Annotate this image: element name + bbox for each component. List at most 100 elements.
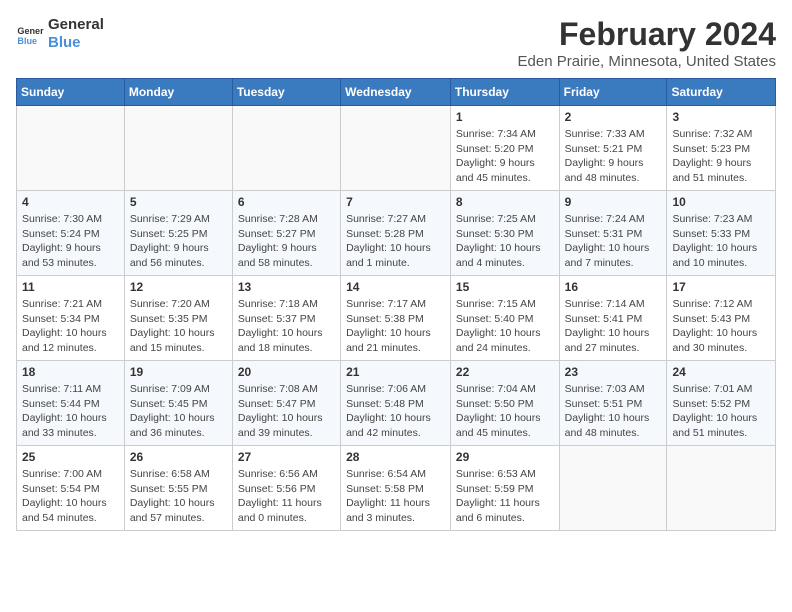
svg-text:General: General	[17, 26, 44, 36]
calendar-cell: 22Sunrise: 7:04 AM Sunset: 5:50 PM Dayli…	[450, 361, 559, 446]
day-number: 20	[238, 365, 335, 379]
calendar-cell: 19Sunrise: 7:09 AM Sunset: 5:45 PM Dayli…	[124, 361, 232, 446]
logo-text-general: General	[48, 16, 104, 34]
calendar-cell: 21 Sunrise: 7:06 AM Sunset: 5:48 PM Dayli…	[341, 361, 451, 446]
calendar-cell: 4 Sunrise: 7:30 AM Sunset: 5:24 PM Daylig…	[17, 191, 125, 276]
day-info: Sunrise: 7:20 AM Sunset: 5:35 PM Dayligh…	[130, 297, 227, 356]
day-number: 21	[346, 365, 445, 379]
day-number: 19	[130, 365, 227, 379]
calendar-cell	[232, 106, 340, 191]
logo-icon: General Blue	[16, 20, 44, 48]
day-number: 13	[238, 280, 335, 294]
logo-text-blue: Blue	[48, 34, 104, 52]
day-number: 24	[672, 365, 770, 379]
calendar-cell: 6 Sunrise: 7:28 AM Sunset: 5:27 PM Daylig…	[232, 191, 340, 276]
week-row-4: 18 Sunrise: 7:11 AM Sunset: 5:44 PM Dayli…	[17, 361, 776, 446]
day-info: Sunrise: 7:27 AM Sunset: 5:28 PM Dayligh…	[346, 212, 445, 271]
day-number: 4	[22, 195, 119, 209]
day-info: Sunrise: 7:33 AM Sunset: 5:21 PM Dayligh…	[565, 127, 662, 186]
week-row-5: 25Sunrise: 7:00 AM Sunset: 5:54 PM Dayli…	[17, 446, 776, 531]
day-info: Sunrise: 7:23 AM Sunset: 5:33 PM Dayligh…	[672, 212, 770, 271]
day-number: 23	[565, 365, 662, 379]
calendar-cell: 9Sunrise: 7:24 AM Sunset: 5:31 PM Daylig…	[559, 191, 667, 276]
day-number: 10	[672, 195, 770, 209]
page-header: General Blue General Blue February 2024 …	[16, 16, 776, 70]
day-number: 11	[22, 280, 119, 294]
day-number: 16	[565, 280, 662, 294]
calendar-cell: 29 Sunrise: 6:53 AM Sunset: 5:59 PM Dayli…	[450, 446, 559, 531]
day-number: 8	[456, 195, 554, 209]
day-number: 25	[22, 450, 119, 464]
calendar-cell: 3 Sunrise: 7:32 AM Sunset: 5:23 PM Daylig…	[667, 106, 776, 191]
calendar-cell: 11 Sunrise: 7:21 AM Sunset: 5:34 PM Dayli…	[17, 276, 125, 361]
calendar-cell: 28Sunrise: 6:54 AM Sunset: 5:58 PM Dayli…	[341, 446, 451, 531]
week-row-2: 4 Sunrise: 7:30 AM Sunset: 5:24 PM Daylig…	[17, 191, 776, 276]
week-row-3: 11 Sunrise: 7:21 AM Sunset: 5:34 PM Dayli…	[17, 276, 776, 361]
day-info: Sunrise: 7:24 AM Sunset: 5:31 PM Dayligh…	[565, 212, 662, 271]
calendar-cell	[124, 106, 232, 191]
day-info: Sunrise: 7:06 AM Sunset: 5:48 PM Dayligh…	[346, 382, 445, 441]
calendar-cell: 23Sunrise: 7:03 AM Sunset: 5:51 PM Dayli…	[559, 361, 667, 446]
day-info: Sunrise: 7:21 AM Sunset: 5:34 PM Dayligh…	[22, 297, 119, 356]
day-info: Sunrise: 6:58 AM Sunset: 5:55 PM Dayligh…	[130, 467, 227, 526]
weekday-header-sunday: Sunday	[17, 79, 125, 106]
day-number: 6	[238, 195, 335, 209]
day-number: 17	[672, 280, 770, 294]
calendar-cell	[559, 446, 667, 531]
day-info: Sunrise: 7:18 AM Sunset: 5:37 PM Dayligh…	[238, 297, 335, 356]
calendar-cell: 2 Sunrise: 7:33 AM Sunset: 5:21 PM Daylig…	[559, 106, 667, 191]
month-title: February 2024	[518, 16, 776, 53]
weekday-header-friday: Friday	[559, 79, 667, 106]
day-number: 29	[456, 450, 554, 464]
day-info: Sunrise: 7:25 AM Sunset: 5:30 PM Dayligh…	[456, 212, 554, 271]
calendar-cell: 7 Sunrise: 7:27 AM Sunset: 5:28 PM Daylig…	[341, 191, 451, 276]
week-row-1: 1 Sunrise: 7:34 AM Sunset: 5:20 PM Daylig…	[17, 106, 776, 191]
day-number: 28	[346, 450, 445, 464]
location-title: Eden Prairie, Minnesota, United States	[518, 53, 776, 70]
calendar-cell: 13 Sunrise: 7:18 AM Sunset: 5:37 PM Dayli…	[232, 276, 340, 361]
day-info: Sunrise: 7:14 AM Sunset: 5:41 PM Dayligh…	[565, 297, 662, 356]
day-number: 3	[672, 110, 770, 124]
day-info: Sunrise: 7:28 AM Sunset: 5:27 PM Dayligh…	[238, 212, 335, 271]
calendar-table: SundayMondayTuesdayWednesdayThursdayFrid…	[16, 78, 776, 531]
day-info: Sunrise: 7:15 AM Sunset: 5:40 PM Dayligh…	[456, 297, 554, 356]
weekday-header-thursday: Thursday	[450, 79, 559, 106]
calendar-cell	[17, 106, 125, 191]
calendar-cell	[341, 106, 451, 191]
day-number: 1	[456, 110, 554, 124]
calendar-cell: 10 Sunrise: 7:23 AM Sunset: 5:33 PM Dayli…	[667, 191, 776, 276]
svg-text:Blue: Blue	[17, 36, 37, 46]
weekday-header-wednesday: Wednesday	[341, 79, 451, 106]
day-number: 2	[565, 110, 662, 124]
day-number: 26	[130, 450, 227, 464]
calendar-cell	[667, 446, 776, 531]
day-info: Sunrise: 7:30 AM Sunset: 5:24 PM Dayligh…	[22, 212, 119, 271]
calendar-cell: 18 Sunrise: 7:11 AM Sunset: 5:44 PM Dayli…	[17, 361, 125, 446]
day-info: Sunrise: 7:04 AM Sunset: 5:50 PM Dayligh…	[456, 382, 554, 441]
calendar-cell: 1 Sunrise: 7:34 AM Sunset: 5:20 PM Daylig…	[450, 106, 559, 191]
day-info: Sunrise: 6:53 AM Sunset: 5:59 PM Dayligh…	[456, 467, 554, 526]
day-number: 12	[130, 280, 227, 294]
day-info: Sunrise: 7:12 AM Sunset: 5:43 PM Dayligh…	[672, 297, 770, 356]
day-info: Sunrise: 6:56 AM Sunset: 5:56 PM Dayligh…	[238, 467, 335, 526]
weekday-header-tuesday: Tuesday	[232, 79, 340, 106]
day-info: Sunrise: 7:17 AM Sunset: 5:38 PM Dayligh…	[346, 297, 445, 356]
day-info: Sunrise: 7:32 AM Sunset: 5:23 PM Dayligh…	[672, 127, 770, 186]
day-number: 7	[346, 195, 445, 209]
calendar-cell: 14Sunrise: 7:17 AM Sunset: 5:38 PM Dayli…	[341, 276, 451, 361]
day-info: Sunrise: 7:34 AM Sunset: 5:20 PM Dayligh…	[456, 127, 554, 186]
calendar-cell: 8 Sunrise: 7:25 AM Sunset: 5:30 PM Daylig…	[450, 191, 559, 276]
day-info: Sunrise: 7:08 AM Sunset: 5:47 PM Dayligh…	[238, 382, 335, 441]
calendar-cell: 20 Sunrise: 7:08 AM Sunset: 5:47 PM Dayli…	[232, 361, 340, 446]
day-number: 15	[456, 280, 554, 294]
title-area: February 2024 Eden Prairie, Minnesota, U…	[518, 16, 776, 70]
calendar-cell: 12 Sunrise: 7:20 AM Sunset: 5:35 PM Dayli…	[124, 276, 232, 361]
day-number: 27	[238, 450, 335, 464]
calendar-cell: 26 Sunrise: 6:58 AM Sunset: 5:55 PM Dayli…	[124, 446, 232, 531]
calendar-cell: 16 Sunrise: 7:14 AM Sunset: 5:41 PM Dayli…	[559, 276, 667, 361]
day-number: 18	[22, 365, 119, 379]
logo: General Blue General Blue	[16, 16, 104, 52]
calendar-header-row: SundayMondayTuesdayWednesdayThursdayFrid…	[17, 79, 776, 106]
day-info: Sunrise: 7:11 AM Sunset: 5:44 PM Dayligh…	[22, 382, 119, 441]
day-info: Sunrise: 7:29 AM Sunset: 5:25 PM Dayligh…	[130, 212, 227, 271]
